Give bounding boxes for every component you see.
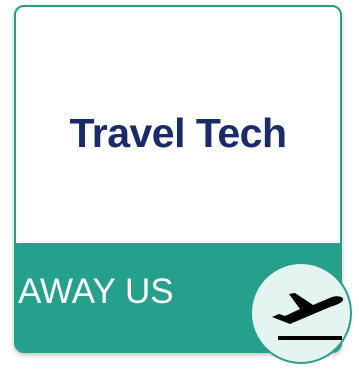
tile-title: Travel Tech [69, 110, 287, 156]
airplane-takeoff-icon [272, 293, 344, 340]
airplane-badge [250, 262, 352, 364]
tile-label: AWAY US [18, 272, 174, 311]
